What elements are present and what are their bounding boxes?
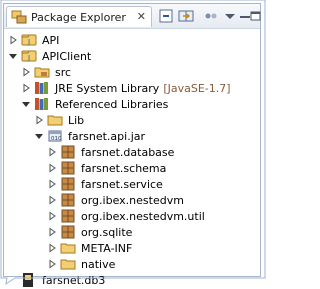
- collapsed-arrow-icon[interactable]: [47, 179, 57, 189]
- source-folder-icon: [34, 67, 50, 78]
- tab-title: Package Explorer: [31, 10, 126, 24]
- java-project-icon: J: [21, 50, 37, 62]
- expanded-arrow-icon[interactable]: [8, 51, 18, 61]
- folder-icon: [47, 115, 63, 126]
- file-icon: [23, 273, 33, 287]
- view-menu-icon[interactable]: [203, 8, 219, 24]
- package-icon: [61, 225, 75, 239]
- close-icon[interactable]: ✕: [137, 10, 146, 23]
- maximize-icon[interactable]: [248, 8, 264, 24]
- project-tree: J API J APIClient src JRE System Library [Java…: [4, 29, 260, 287]
- tree-item-label: farsnet.api.jar: [68, 129, 146, 143]
- tree-item-label: org.ibex.nestedvm: [81, 193, 184, 207]
- tree-item-label: org.ibex.nestedvm.util: [81, 209, 205, 223]
- collapsed-arrow-icon[interactable]: [47, 163, 57, 173]
- tree-item-label: JRE System Library: [55, 81, 160, 95]
- tree-item-label: farsnet.schema: [81, 161, 167, 175]
- collapsed-arrow-icon[interactable]: [47, 195, 57, 205]
- view-toolbar: Package Explorer ✕: [4, 4, 261, 29]
- package-explorer-icon: [11, 10, 27, 24]
- package-explorer-view: Package Explorer ✕ J API J APIClient src JRE …: [3, 3, 261, 287]
- collapsed-arrow-icon[interactable]: [47, 147, 57, 157]
- package-icon: [61, 193, 75, 207]
- library-icon: [35, 82, 48, 94]
- tree-item-label: Referenced Libraries: [55, 97, 169, 111]
- tree-item-label: farsnet.database: [81, 145, 175, 159]
- collapsed-arrow-icon[interactable]: [21, 83, 31, 93]
- tree-item-label: APIClient: [42, 49, 92, 63]
- collapse-all-icon[interactable]: [158, 8, 174, 24]
- collapsed-arrow-icon[interactable]: [21, 67, 31, 77]
- tab-package-explorer[interactable]: Package Explorer ✕: [6, 6, 152, 27]
- collapsed-arrow-icon[interactable]: [47, 259, 57, 269]
- collapsed-arrow-icon[interactable]: [8, 35, 18, 45]
- expanded-arrow-icon[interactable]: [34, 131, 44, 141]
- package-icon: [61, 177, 75, 191]
- library-icon: [35, 98, 48, 110]
- link-with-editor-icon[interactable]: [178, 8, 194, 24]
- svg-text:J: J: [27, 38, 30, 46]
- expanded-arrow-icon[interactable]: [21, 99, 31, 109]
- collapsed-arrow-icon[interactable]: [47, 227, 57, 237]
- tree-item-label: META-INF: [81, 241, 133, 255]
- tree-item-label: farsnet.db3: [42, 273, 106, 287]
- collapsed-arrow-icon[interactable]: [47, 211, 57, 221]
- collapsed-arrow-icon[interactable]: [47, 243, 57, 253]
- tree-item-label: farsnet.service: [81, 177, 163, 191]
- package-icon: [61, 209, 75, 223]
- folder-icon: [60, 243, 76, 254]
- tree-item-suffix: [JavaSE-1.7]: [163, 81, 231, 95]
- tree-item-label: native: [81, 257, 116, 271]
- tree-item-label: src: [55, 65, 72, 79]
- svg-text:J: J: [27, 54, 30, 62]
- collapsed-arrow-icon[interactable]: [34, 115, 44, 125]
- package-icon: [61, 145, 75, 159]
- folder-icon: [60, 259, 76, 270]
- tree-item-label: API: [42, 33, 60, 47]
- blank-twisty: [8, 275, 18, 285]
- jar-icon: 010: [48, 130, 62, 142]
- tree-item[interactable]: farsnet.db3: [8, 271, 105, 289]
- svg-text:010: 010: [51, 136, 62, 142]
- chevron-down-icon[interactable]: [222, 8, 238, 24]
- java-project-icon: J: [21, 34, 37, 46]
- package-icon: [61, 161, 75, 175]
- tree-item-label: Lib: [68, 113, 85, 127]
- tree-item-label: org.sqlite: [81, 225, 133, 239]
